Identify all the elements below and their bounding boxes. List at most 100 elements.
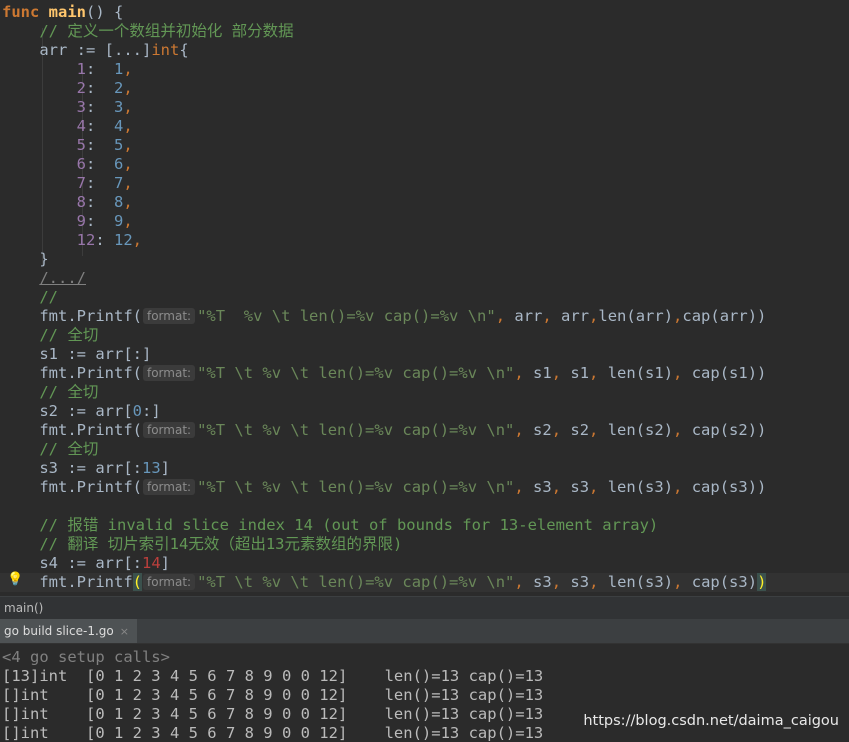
code-line[interactable]: } [2,250,48,269]
code-token: /.../ [39,269,86,287]
code-line[interactable]: 1: 1, [2,60,133,79]
code-line[interactable]: fmt.Printf(format: "%T \t %v \t len()=%v … [2,478,766,497]
code-line[interactable]: fmt.Printf(format: "%T \t %v \t len()=%v … [2,364,766,383]
code-line[interactable]: 5: 5, [2,136,133,155]
breadcrumb-function[interactable]: main() [0,601,43,615]
code-token: main [48,3,86,21]
code-token: , [123,79,133,97]
code-token: fmt.Printf [39,573,133,591]
code-line[interactable]: s4 := arr[:14] [2,554,170,573]
code-line[interactable]: 2: 2, [2,79,133,98]
close-icon[interactable]: × [120,625,129,638]
code-line[interactable]: s1 := arr[:] [2,345,151,364]
code-token: arr [561,307,590,325]
code-token: : [86,212,114,230]
code-line[interactable]: s3 := arr[:13] [2,459,170,478]
code-token: , [551,478,571,496]
code-token: : [86,98,114,116]
code-token: // 报错 invalid slice index 14 (out of bou… [39,516,659,534]
code-line[interactable]: // [2,288,58,307]
code-line[interactable]: 12: 12, [2,231,142,250]
code-line[interactable]: 4: 4, [2,117,133,136]
code-token: cap(s3) [691,573,758,591]
code-token: 12 [114,231,133,249]
code-line[interactable]: s2 := arr[0:] [2,402,161,421]
code-token: // 全切 [39,326,99,344]
code-token: ( [132,573,142,591]
code-line[interactable]: 7: 7, [2,174,133,193]
code-token: : [86,155,114,173]
code-editor[interactable]: func main() { // 定义一个数组并初始化 部分数据 arr := … [0,0,849,596]
code-token: cap(s2)) [691,421,767,439]
code-line[interactable]: 8: 8, [2,193,133,212]
code-token: () { [86,3,124,21]
code-token: len(s3) [607,573,674,591]
code-line[interactable]: fmt.Printf(format: "%T \t %v \t len()=%v … [2,421,766,440]
code-line[interactable]: // 翻译 切片索引14无效（超出13元素数组的界限) [2,535,402,554]
code-token: s4 := arr[: [39,554,142,572]
code-line[interactable]: // 全切 [2,326,98,345]
code-token: s3 [533,573,552,591]
code-token: , [514,421,534,439]
code-token: // [39,288,58,306]
code-line[interactable]: // 全切 [2,440,98,459]
code-token: , [123,174,133,192]
code-token: : [95,231,114,249]
code-line[interactable]: 6: 6, [2,155,133,174]
code-token: :] [142,402,161,420]
code-token: 6 [76,155,86,173]
code-token: "%T \t %v \t len()=%v cap()=%v \n" [197,573,515,591]
code-token: 3 [76,98,86,116]
console-line: []int [0 1 2 3 4 5 6 7 8 9 0 0 12] len()… [2,686,544,704]
parameter-hint: format: [142,422,196,438]
code-token: 9 [114,212,124,230]
code-token: : [86,193,114,211]
code-line[interactable]: fmt.Printf(format: "%T \t %v \t len()=%v … [0,573,849,592]
code-line[interactable]: func main() { [2,3,123,22]
code-token: s2 := arr[ [39,402,133,420]
run-tool-window-tabs: go build slice-1.go × [0,619,849,644]
code-token: , [542,307,562,325]
code-line[interactable]: fmt.Printf(format: "%T %v \t len()=%v cap… [2,307,766,326]
code-token: s2 [533,421,552,439]
code-token: , [123,60,133,78]
code-token: 4 [114,117,124,135]
code-token: 3 [114,98,124,116]
code-token: "%T \t %v \t len()=%v cap()=%v \n" [197,478,515,496]
lightbulb-icon[interactable]: 💡 [7,572,23,588]
code-line[interactable]: 3: 3, [2,98,133,117]
code-token: , [589,478,608,496]
code-token: 1 [114,60,124,78]
code-token: 0 [132,402,142,420]
code-line[interactable]: 9: 9, [2,212,133,231]
code-line[interactable]: /.../ [2,269,86,288]
code-token: ] [160,554,170,572]
breadcrumb[interactable]: main() [0,596,849,619]
code-line[interactable]: // 报错 invalid slice index 14 (out of bou… [2,516,658,535]
code-token: , [673,421,692,439]
code-line[interactable]: // 定义一个数组并初始化 部分数据 [2,22,293,41]
code-line[interactable]: // 全切 [2,383,98,402]
code-line[interactable]: arr := [...]int{ [2,41,188,60]
code-token: "%T \t %v \t len()=%v cap()=%v \n" [197,364,515,382]
run-tab[interactable]: go build slice-1.go × [0,619,137,643]
code-token: , [495,307,515,325]
